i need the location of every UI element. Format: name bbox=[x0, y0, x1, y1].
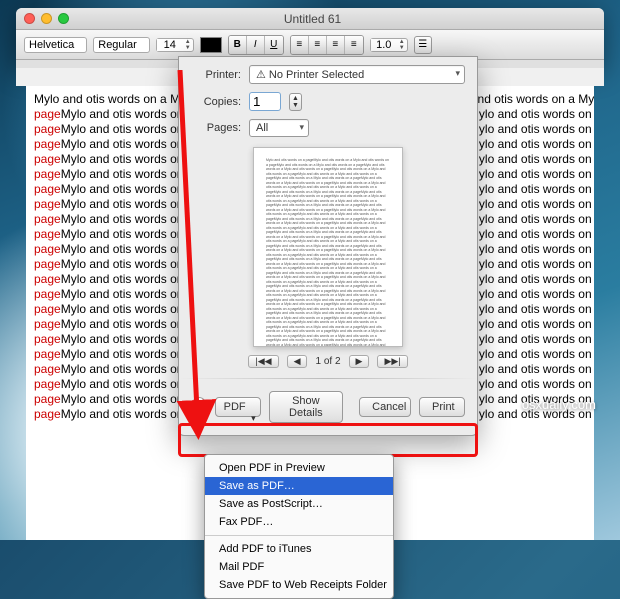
prev-page-button[interactable]: ◀ bbox=[287, 355, 308, 368]
font-size-stepper[interactable]: ▲▼ bbox=[156, 38, 194, 52]
font-style-select[interactable]: Regular bbox=[93, 37, 150, 53]
zoom-icon[interactable] bbox=[58, 13, 69, 24]
show-details-button[interactable]: Show Details bbox=[269, 391, 344, 423]
pager-text: 1 of 2 bbox=[315, 356, 340, 367]
last-page-button[interactable]: ▶▶| bbox=[377, 355, 407, 368]
align-justify-icon[interactable]: ≡ bbox=[345, 36, 363, 54]
pdf-menu-item[interactable]: Save as PDF… bbox=[205, 477, 393, 495]
pdf-dropdown-menu: Open PDF in PreviewSave as PDF…Save as P… bbox=[204, 454, 394, 599]
window-title: Untitled 61 bbox=[69, 12, 556, 26]
font-size-input[interactable] bbox=[157, 39, 183, 51]
bold-button[interactable]: B bbox=[229, 36, 247, 54]
align-group: ≡ ≡ ≡ ≡ bbox=[290, 35, 364, 55]
copies-stepper[interactable]: ▲▼ bbox=[289, 93, 302, 111]
printer-label: Printer: bbox=[191, 69, 241, 81]
cancel-button[interactable]: Cancel bbox=[359, 397, 411, 417]
pages-select[interactable]: All bbox=[249, 119, 309, 137]
pdf-menu-item[interactable]: Add PDF to iTunes bbox=[205, 540, 393, 558]
printer-select[interactable]: ⚠ No Printer Selected bbox=[249, 65, 465, 84]
print-dialog-footer: ? PDF Show Details Cancel Print bbox=[179, 383, 477, 435]
lists-button[interactable]: ☰ bbox=[414, 36, 432, 54]
close-icon[interactable] bbox=[24, 13, 35, 24]
traffic-lights bbox=[24, 13, 69, 24]
text-color-swatch[interactable] bbox=[200, 37, 222, 53]
print-preview: Mylo and otis words on a pageMylo and ot… bbox=[253, 147, 403, 347]
help-button[interactable]: ? bbox=[191, 397, 207, 417]
pdf-menu-item[interactable]: Save PDF to Web Receipts Folder bbox=[205, 576, 393, 594]
line-spacing-stepper[interactable]: ▲▼ bbox=[370, 38, 408, 52]
print-button[interactable]: Print bbox=[419, 397, 465, 417]
window-titlebar[interactable]: Untitled 61 bbox=[16, 8, 604, 30]
separator bbox=[179, 378, 477, 379]
pdf-dropdown-button[interactable]: PDF bbox=[215, 397, 261, 417]
align-right-icon[interactable]: ≡ bbox=[327, 36, 345, 54]
style-group: B I U bbox=[228, 35, 284, 55]
underline-button[interactable]: U bbox=[265, 36, 283, 54]
align-left-icon[interactable]: ≡ bbox=[291, 36, 309, 54]
font-family-select[interactable]: Helvetica bbox=[24, 37, 87, 53]
copies-label: Copies: bbox=[191, 96, 241, 108]
minimize-icon[interactable] bbox=[41, 13, 52, 24]
first-page-button[interactable]: |◀◀ bbox=[248, 355, 278, 368]
watermark: osxdaily.com bbox=[522, 397, 596, 412]
align-center-icon[interactable]: ≡ bbox=[309, 36, 327, 54]
preview-pager: |◀◀ ◀ 1 of 2 ▶ ▶▶| bbox=[179, 355, 477, 368]
print-dialog: Printer: ⚠ No Printer Selected Copies: ▲… bbox=[178, 56, 478, 436]
italic-button[interactable]: I bbox=[247, 36, 265, 54]
pdf-menu-item[interactable]: Open PDF in Preview bbox=[205, 459, 393, 477]
pdf-menu-item[interactable]: Fax PDF… bbox=[205, 513, 393, 531]
copies-input[interactable] bbox=[249, 92, 281, 111]
preview-page: Mylo and otis words on a pageMylo and ot… bbox=[253, 147, 403, 347]
menu-separator bbox=[205, 535, 393, 536]
pdf-menu-item[interactable]: Save as PostScript… bbox=[205, 495, 393, 513]
pages-label: Pages: bbox=[191, 122, 241, 134]
pdf-menu-item[interactable]: Mail PDF bbox=[205, 558, 393, 576]
line-spacing-input[interactable] bbox=[371, 39, 397, 51]
next-page-button[interactable]: ▶ bbox=[349, 355, 370, 368]
